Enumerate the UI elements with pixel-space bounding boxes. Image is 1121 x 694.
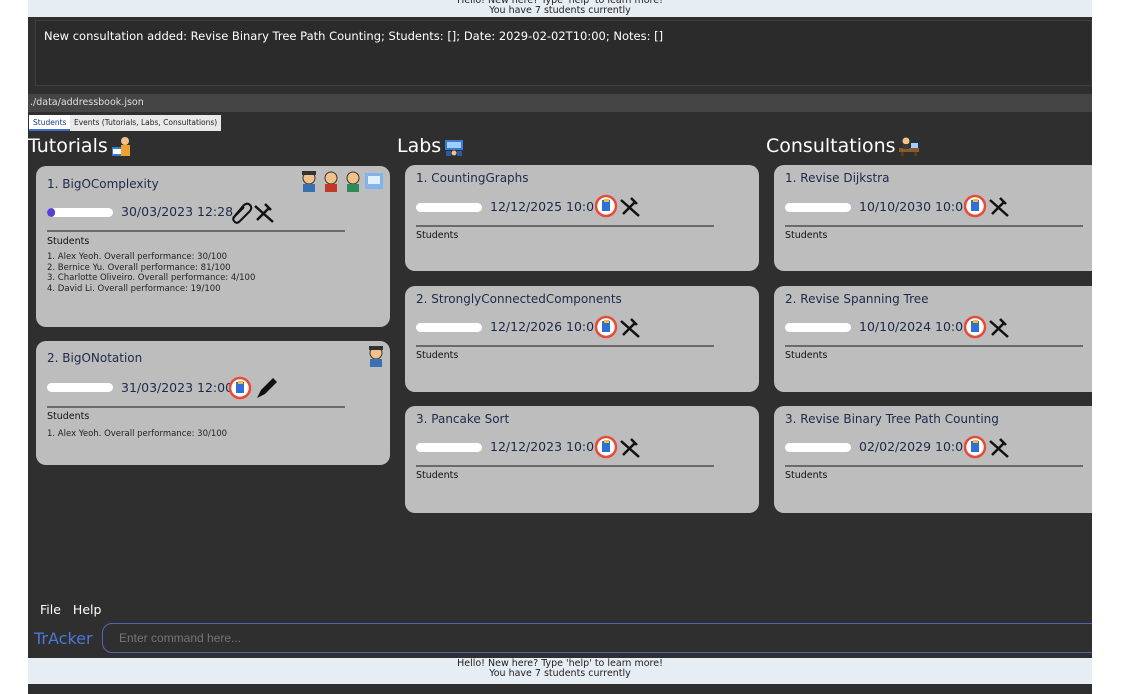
- lab-computer-icon: [445, 140, 464, 156]
- list-item: 2. Bernice Yu. Overall performance: 81/1…: [47, 262, 231, 273]
- labs-title: Labs: [397, 135, 442, 157]
- tab-events[interactable]: Events (Tutorials, Labs, Consultations): [70, 115, 222, 131]
- card-divider: [416, 225, 714, 227]
- greeting-line-2: You have 7 students currently: [489, 5, 631, 16]
- students-label: Students: [785, 230, 828, 241]
- consultation-card-3[interactable]: 3. Revise Binary Tree Path Counting 02/0…: [774, 406, 1092, 513]
- progress-bar: [416, 323, 482, 332]
- app-window: Hello! New here? Type 'help' to learn mo…: [28, 0, 1092, 694]
- consultations-header: Consultations: [766, 135, 920, 157]
- list-item: 1. Alex Yeoh. Overall performance: 30/10…: [47, 252, 228, 262]
- event-date: 10/10/2024 10:00: [859, 319, 972, 334]
- progress-bar: [785, 203, 851, 212]
- card-divider: [416, 465, 714, 467]
- progress-bar: [47, 383, 113, 392]
- tutorial-title: 2. BigONotation: [47, 351, 143, 365]
- event-date: 12/12/2026 10:00: [490, 319, 603, 334]
- consultations-title: Consultations: [766, 135, 896, 157]
- tutorials-title: Tutorials: [28, 135, 108, 157]
- lab-card-3[interactable]: 3. Pancake Sort 12/12/2023 10:00 Student…: [405, 406, 759, 513]
- event-date: 31/03/2023 12:00: [121, 380, 234, 395]
- event-date: 30/03/2023 12:28: [121, 204, 234, 219]
- notes-and-edit-icon[interactable]: [964, 194, 1016, 218]
- greeting-banner-bottom: Hello! New here? Type 'help' to learn mo…: [28, 658, 1092, 684]
- app-brand: TrAcker: [34, 629, 93, 648]
- card-divider: [47, 406, 345, 408]
- list-item: 4. David Li. Overall performance: 19/100: [47, 283, 221, 294]
- notes-and-edit-icon[interactable]: [595, 435, 647, 459]
- menu-file[interactable]: File: [40, 602, 61, 617]
- tab-bar: Students Events (Tutorials, Labs, Consul…: [28, 114, 1092, 132]
- students-label: Students: [47, 236, 90, 247]
- tutorials-header: Tutorials: [28, 135, 132, 157]
- progress-fill: [47, 208, 55, 217]
- event-date: 10/10/2030 10:00: [859, 199, 972, 214]
- notes-and-edit-icon[interactable]: [964, 435, 1016, 459]
- menu-bar: File Help: [28, 599, 1092, 621]
- progress-bar: [785, 323, 851, 332]
- lab-title: 2. StronglyConnectedComponents: [416, 292, 622, 306]
- consultation-card-2[interactable]: 2. Revise Spanning Tree 10/10/2024 10:00…: [774, 286, 1092, 392]
- consultation-icon: [898, 137, 919, 156]
- progress-bar: [47, 208, 113, 217]
- progress-bar: [416, 203, 482, 212]
- list-item: 3. Charlotte Oliveiro. Overall performan…: [47, 273, 256, 283]
- card-divider: [785, 225, 1083, 227]
- tutorial-title: 1. BigOComplexity: [47, 177, 159, 191]
- notes-and-pen-icon[interactable]: [229, 376, 281, 400]
- list-item: 1. Alex Yeoh. Overall performance: 30/10…: [47, 429, 228, 439]
- student-list: 1. Alex Yeoh. Overall performance: 30/10…: [47, 252, 255, 294]
- consultation-title: 2. Revise Spanning Tree: [785, 292, 929, 306]
- tutor-icon: [111, 137, 130, 156]
- greeting-line-2: You have 7 students currently: [489, 668, 631, 679]
- tutorial-card-2[interactable]: 2. BigONotation 31/03/2023 12:00 Student…: [36, 341, 390, 465]
- lab-card-2[interactable]: 2. StronglyConnectedComponents 12/12/202…: [405, 286, 759, 392]
- students-label: Students: [416, 350, 459, 361]
- students-label: Students: [785, 470, 828, 481]
- student-list: 1. Alex Yeoh. Overall performance: 30/10…: [47, 429, 227, 440]
- command-row: TrAcker: [28, 623, 1092, 655]
- progress-bar: [416, 443, 482, 452]
- result-display: New consultation added: Revise Binary Tr…: [35, 20, 1092, 86]
- greeting-banner-top: Hello! New here? Type 'help' to learn mo…: [28, 0, 1092, 17]
- notes-and-edit-icon[interactable]: [964, 315, 1016, 339]
- consultation-card-1[interactable]: 1. Revise Dijkstra 10/10/2030 10:00 Stud…: [774, 165, 1092, 271]
- event-date: 02/02/2029 10:00: [859, 439, 972, 454]
- students-label: Students: [416, 230, 459, 241]
- consultation-title: 1. Revise Dijkstra: [785, 171, 890, 185]
- labs-header: Labs: [397, 135, 465, 157]
- file-path-bar: ./data/addressbook.json: [28, 94, 1092, 112]
- card-divider: [785, 345, 1083, 347]
- students-label: Students: [47, 411, 90, 422]
- lab-title: 3. Pancake Sort: [416, 412, 510, 426]
- student-avatar-icon: [369, 346, 383, 367]
- lab-title: 1. CountingGraphs: [416, 171, 529, 185]
- students-label: Students: [785, 350, 828, 361]
- student-avatars-icon: [302, 171, 383, 192]
- event-date: 12/12/2023 10:00: [490, 439, 603, 454]
- students-label: Students: [416, 470, 459, 481]
- card-divider: [785, 465, 1083, 467]
- lab-card-1[interactable]: 1. CountingGraphs 12/12/2025 10:00 Stude…: [405, 165, 759, 271]
- notes-and-edit-icon[interactable]: [595, 194, 647, 218]
- notes-and-edit-icon[interactable]: [595, 315, 647, 339]
- tab-students[interactable]: Students: [29, 115, 71, 131]
- card-divider: [416, 345, 714, 347]
- card-divider: [47, 230, 345, 232]
- menu-help[interactable]: Help: [73, 602, 102, 617]
- tutorial-card-1[interactable]: 1. BigOComplexity 30/03/2023 12:28 Stude…: [36, 166, 390, 327]
- command-input[interactable]: [102, 623, 1092, 653]
- event-date: 12/12/2025 10:00: [490, 199, 603, 214]
- attachment-and-edit-icon[interactable]: [229, 200, 275, 224]
- consultation-title: 3. Revise Binary Tree Path Counting: [785, 412, 999, 426]
- progress-bar: [785, 443, 851, 452]
